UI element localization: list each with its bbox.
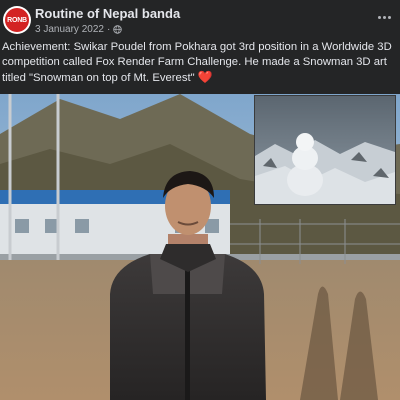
more-horizontal-icon <box>387 15 391 19</box>
snowman-artwork-inset[interactable] <box>254 95 396 205</box>
snowman-render <box>255 96 395 204</box>
page-name-link[interactable]: Routine of Nepal banda <box>35 6 180 21</box>
globe-icon <box>113 25 123 34</box>
avatar-logo: RONB <box>5 8 29 32</box>
page-avatar[interactable]: RONB <box>3 6 31 34</box>
post-meta: 3 January 2022 · <box>35 24 123 35</box>
post-caption: Achievement: Swikar Poudel from Pokhara … <box>0 40 400 86</box>
meta-separator: · <box>106 24 111 35</box>
heart-emoji: ❤️ <box>197 70 213 84</box>
more-options-button[interactable] <box>374 10 394 24</box>
post-date-link[interactable]: 3 January 2022 <box>35 24 104 35</box>
more-horizontal-icon <box>382 15 386 19</box>
post-header: RONB Routine of Nepal banda 3 January 20… <box>0 0 400 40</box>
more-horizontal-icon <box>377 15 381 19</box>
